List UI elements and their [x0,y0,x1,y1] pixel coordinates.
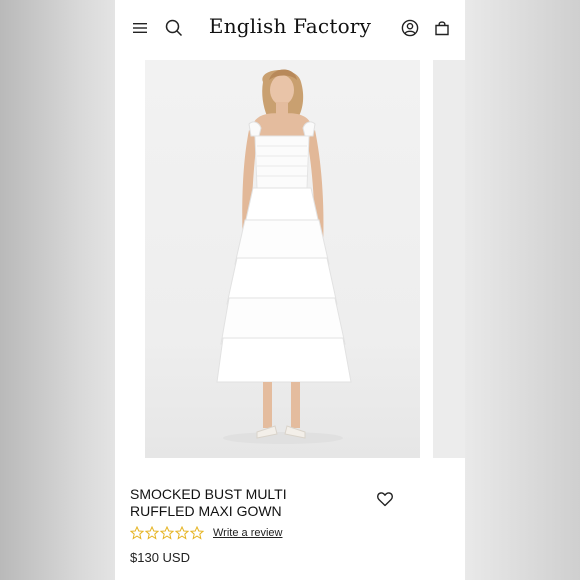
star-icon [175,526,189,540]
star-icon [145,526,159,540]
model-in-white-gown-image [216,69,352,444]
next-photo-peek[interactable] [433,60,465,458]
right-background [465,0,580,580]
mobile-page: English Factory SMOCKED BUST MULTI RUFFL… [115,0,465,580]
account-icon[interactable] [399,17,421,39]
product-gallery[interactable] [145,60,465,460]
product-title: SMOCKED BUST MULTI RUFFLED MAXI GOWN [130,486,287,519]
star-icon [160,526,174,540]
star-icon [190,526,204,540]
bag-icon[interactable] [431,17,453,39]
write-review-link[interactable]: Write a review [213,527,282,539]
product-photo[interactable] [145,60,420,458]
star-icon [130,526,144,540]
product-price: $130 USD [130,550,190,565]
heart-icon[interactable] [376,490,396,510]
site-header: English Factory [115,0,465,56]
left-background [0,0,115,580]
star-rating[interactable]: Write a review [130,526,282,540]
